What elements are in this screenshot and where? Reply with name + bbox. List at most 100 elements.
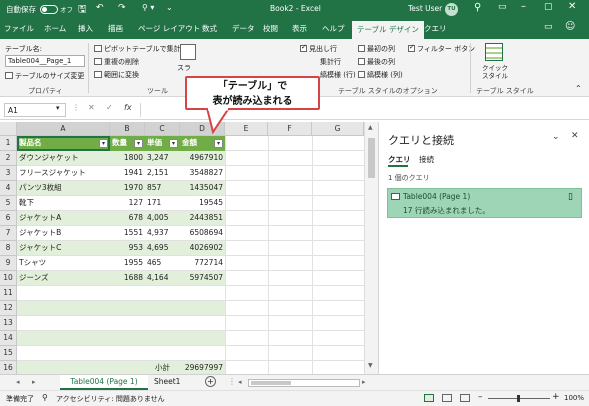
tab-help[interactable]: ヘルプ bbox=[322, 23, 345, 34]
tab-home[interactable]: ホーム bbox=[44, 23, 66, 34]
page-layout-view-icon[interactable] bbox=[442, 394, 452, 402]
quick-style-icon[interactable] bbox=[485, 43, 503, 61]
resize-table-button[interactable]: テーブルのサイズ変更 bbox=[5, 71, 84, 81]
cell-product[interactable]: ジャケットC bbox=[17, 241, 110, 256]
cell-price[interactable]: 465 bbox=[145, 256, 180, 271]
cell-amount[interactable]: 4026902 bbox=[180, 241, 225, 256]
cell-product[interactable]: ダウンジャケット bbox=[17, 151, 110, 166]
scroll-right-icon[interactable]: ▸ bbox=[32, 378, 36, 386]
cell-price[interactable]: 2,151 bbox=[145, 166, 180, 181]
vertical-scrollbar[interactable]: ▲ ▼ bbox=[364, 122, 378, 374]
query-item[interactable]: Table004 (Page 1) 17 行読み込まれました。 ▯ bbox=[387, 188, 582, 218]
close-icon[interactable]: ✕ bbox=[568, 1, 576, 12]
cell-quantity[interactable]: 1800 bbox=[110, 151, 145, 166]
tab-view[interactable]: 表示 bbox=[292, 23, 307, 34]
cell-price[interactable]: 3,247 bbox=[145, 151, 180, 166]
cell-amount[interactable]: 772714 bbox=[180, 256, 225, 271]
row-header[interactable]: 1 bbox=[0, 136, 17, 151]
undo-icon[interactable]: ↶ bbox=[96, 3, 104, 13]
cell-amount[interactable]: 19545 bbox=[180, 196, 225, 211]
remove-duplicates-button[interactable]: 重複の削除 bbox=[94, 57, 139, 67]
tab-draw[interactable]: 描画 bbox=[108, 23, 123, 34]
row-header[interactable]: 2 bbox=[0, 151, 17, 166]
cell-product[interactable]: ジャケットB bbox=[17, 226, 110, 241]
add-sheet-icon[interactable]: + bbox=[205, 376, 216, 387]
cell-price[interactable]: 4,937 bbox=[145, 226, 180, 241]
row-header[interactable]: 12 bbox=[0, 301, 17, 316]
share-icon[interactable]: ☺ bbox=[565, 21, 575, 32]
quick-style-button[interactable]: クイック スタイル bbox=[478, 64, 512, 80]
comment-icon[interactable]: ▭ bbox=[544, 22, 553, 32]
cell-amount[interactable]: 3548827 bbox=[180, 166, 225, 181]
page-break-view-icon[interactable] bbox=[460, 394, 470, 402]
row-header[interactable]: 7 bbox=[0, 226, 17, 241]
column-header[interactable]: C bbox=[145, 122, 180, 136]
column-header[interactable]: F bbox=[268, 122, 312, 136]
filter-dropdown-icon[interactable]: ▾ bbox=[134, 139, 143, 148]
cell-quantity[interactable]: 1955 bbox=[110, 256, 145, 271]
column-header[interactable]: G bbox=[312, 122, 364, 136]
row-header[interactable]: 16 bbox=[0, 361, 17, 374]
hscroll-right-icon[interactable]: ▸ bbox=[362, 378, 366, 386]
total-row-checkbox[interactable]: 集計行 bbox=[320, 57, 341, 67]
convert-range-button[interactable]: 範囲に変換 bbox=[94, 70, 139, 80]
select-all-corner[interactable] bbox=[0, 122, 17, 136]
fx-icon[interactable]: fx bbox=[124, 103, 132, 112]
cell-product[interactable]: Tシャツ bbox=[17, 256, 110, 271]
accessibility-status[interactable]: アクセシビリティ: 問題ありません bbox=[56, 394, 165, 404]
horizontal-scrollbar[interactable] bbox=[248, 379, 360, 387]
cell-quantity[interactable]: 953 bbox=[110, 241, 145, 256]
zoom-out-icon[interactable]: – bbox=[478, 392, 483, 402]
cell-quantity[interactable]: 1551 bbox=[110, 226, 145, 241]
autosave-toggle[interactable] bbox=[40, 5, 58, 14]
row-header[interactable]: 13 bbox=[0, 316, 17, 331]
column-header[interactable]: A bbox=[17, 122, 110, 136]
cell-quantity[interactable]: 678 bbox=[110, 211, 145, 226]
more-sheets-icon[interactable]: ⋮ bbox=[228, 377, 236, 386]
tab-insert[interactable]: 挿入 bbox=[78, 23, 93, 34]
user-name[interactable]: Test User bbox=[408, 4, 442, 13]
row-header[interactable]: 10 bbox=[0, 271, 17, 286]
sheet-tab-active[interactable]: Table004 (Page 1) bbox=[60, 375, 148, 390]
row-header[interactable]: 15 bbox=[0, 346, 17, 361]
banded-columns-checkbox[interactable]: 縞模様 (列) bbox=[358, 70, 403, 80]
scroll-up-icon[interactable]: ▲ bbox=[368, 124, 373, 131]
scroll-thumb[interactable] bbox=[368, 138, 375, 178]
filter-dropdown-icon[interactable]: ▾ bbox=[214, 139, 223, 148]
tab-formulas[interactable]: 数式 bbox=[202, 23, 217, 34]
scroll-down-icon[interactable]: ▼ bbox=[368, 362, 373, 369]
header-row-checkbox[interactable]: 見出し行 bbox=[300, 43, 337, 54]
cancel-icon[interactable]: ✕ bbox=[88, 103, 95, 112]
row-header[interactable]: 3 bbox=[0, 166, 17, 181]
cell-price[interactable]: 4,005 bbox=[145, 211, 180, 226]
tab-page-layout[interactable]: ページ レイアウト bbox=[138, 23, 200, 34]
refresh-icon[interactable]: ▯ bbox=[568, 192, 573, 202]
cell-product[interactable]: 靴下 bbox=[17, 196, 110, 211]
cell-quantity[interactable]: 127 bbox=[110, 196, 145, 211]
cell-quantity[interactable]: 1970 bbox=[110, 181, 145, 196]
redo-icon[interactable]: ↷ bbox=[118, 3, 126, 13]
collapse-ribbon-icon[interactable]: ⌃ bbox=[575, 84, 582, 93]
filter-button-checkbox[interactable]: フィルター ボタン bbox=[408, 43, 475, 54]
pivot-button[interactable]: ピボットテーブルで集計 bbox=[94, 44, 181, 54]
total-label[interactable]: 小計 bbox=[145, 361, 180, 374]
cell-amount[interactable]: 1435047 bbox=[180, 181, 225, 196]
tab-data[interactable]: データ bbox=[232, 23, 255, 34]
row-header[interactable]: 8 bbox=[0, 241, 17, 256]
customize-icon[interactable]: ⚲ ▾ bbox=[142, 3, 154, 12]
tab-table-design[interactable]: テーブル デザイン bbox=[352, 21, 424, 39]
slicer-label[interactable]: スラ bbox=[177, 63, 191, 73]
last-column-checkbox[interactable]: 最後の列 bbox=[358, 57, 395, 67]
normal-view-icon[interactable] bbox=[424, 394, 434, 402]
tab-review[interactable]: 校閲 bbox=[263, 23, 278, 34]
column-header[interactable]: B bbox=[110, 122, 145, 136]
cell-product[interactable]: フリースジャケット bbox=[17, 166, 110, 181]
quick-access-more-icon[interactable]: ⌄ bbox=[166, 3, 173, 12]
row-header[interactable]: 4 bbox=[0, 181, 17, 196]
save-icon[interactable]: 🖫 bbox=[78, 2, 87, 19]
cell-price[interactable]: 4,164 bbox=[145, 271, 180, 286]
cell-amount[interactable]: 5974507 bbox=[180, 271, 225, 286]
slicer-icon[interactable] bbox=[180, 44, 196, 60]
cell-price[interactable]: 4,695 bbox=[145, 241, 180, 256]
row-header[interactable]: 11 bbox=[0, 286, 17, 301]
